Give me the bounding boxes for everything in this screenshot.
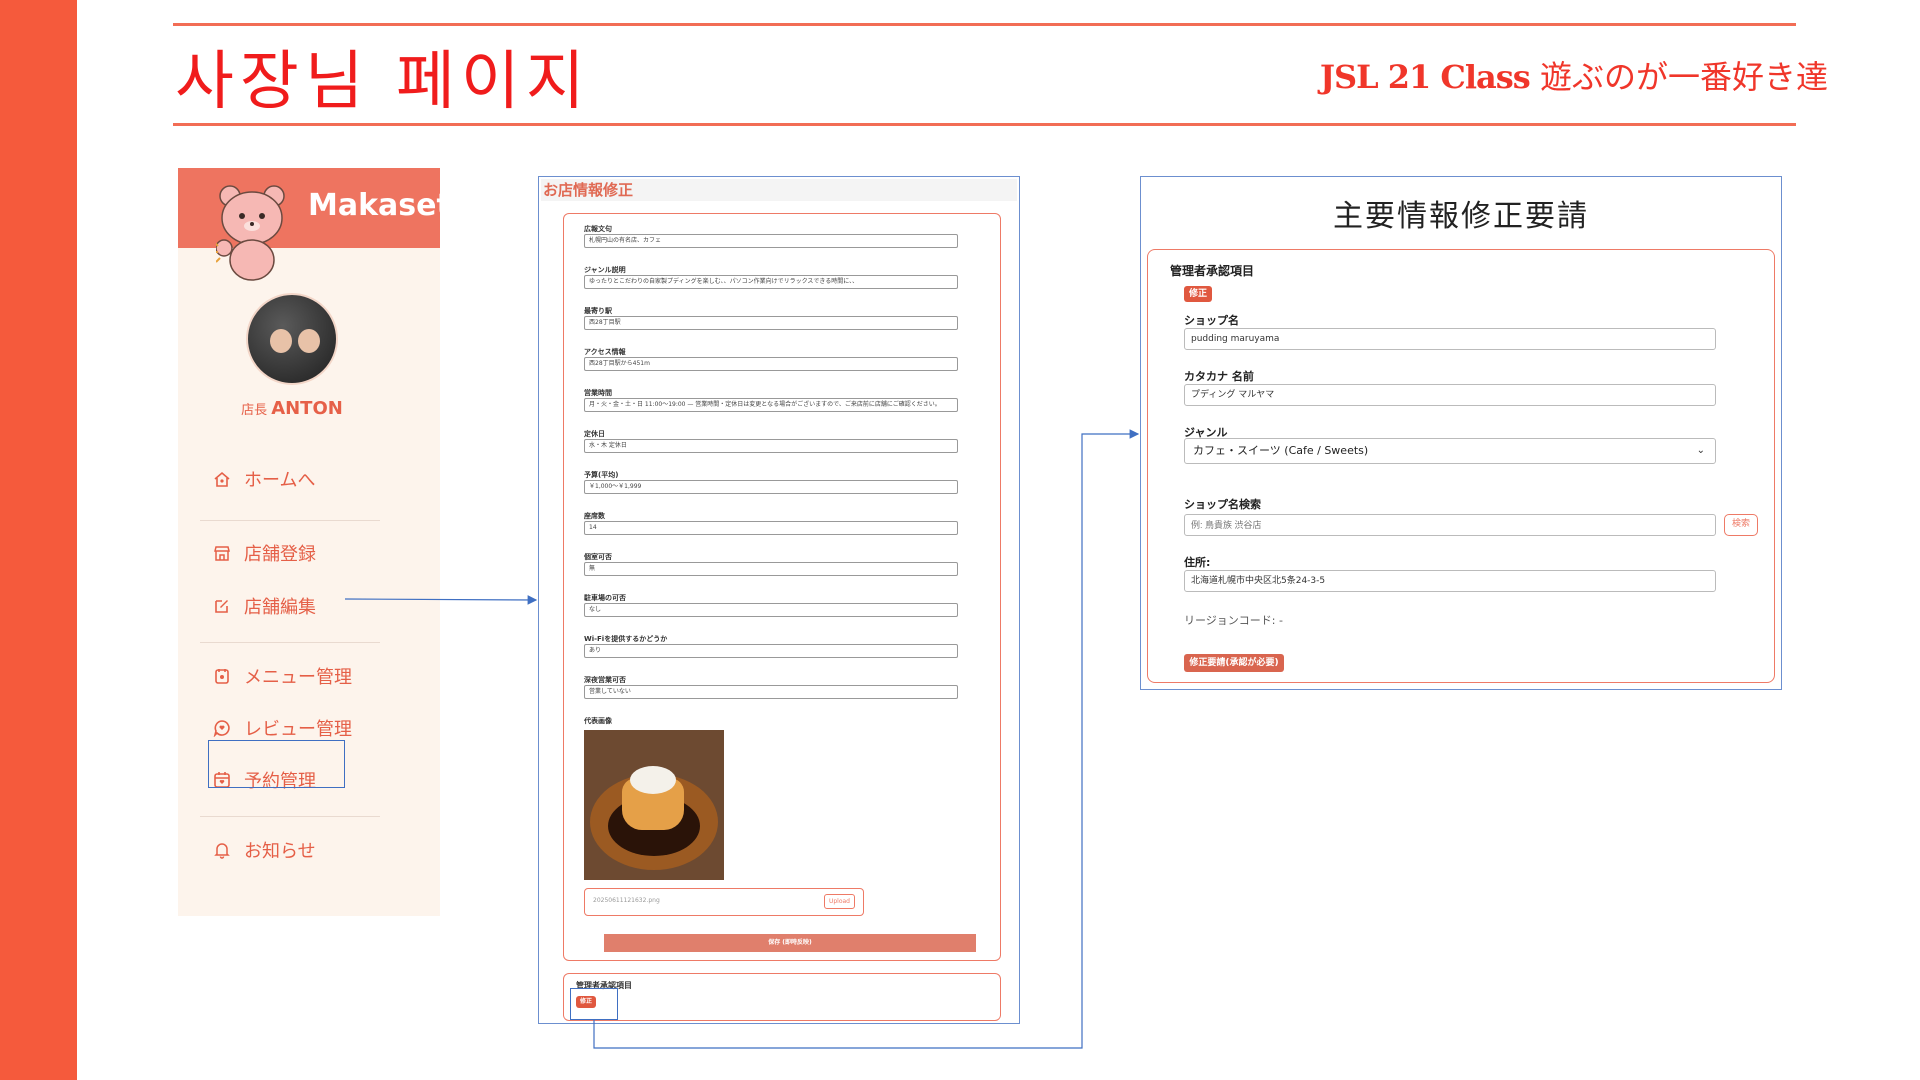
field-label: 座席数 [584,512,605,520]
file-name: 20250611121632.png [593,897,660,904]
access-info-input[interactable]: 西28丁目駅から451m [584,357,958,371]
nav-divider [200,816,380,817]
edit-icon [212,596,232,616]
chevron-down-icon: ⌄ [1696,445,1705,456]
slide-subtitle: JSL 21 Class 遊ぶのが一番好き達 [1320,52,1828,98]
owner-avatar [246,293,338,385]
parking-input[interactable]: なし [584,603,958,617]
sidebar-item-menu[interactable]: メニュー管理 [212,661,352,691]
bear-mascot-icon [216,185,285,281]
katakana-input[interactable]: プディング マルヤマ [1184,384,1716,406]
info-change-request-panel: 主要情報修正要請 管理者承認項目 修正 ショップ名 pudding maruya… [1140,176,1782,690]
review-icon [212,718,232,738]
store-edit-callout [208,740,345,788]
class-name: JSL 21 Class [1319,58,1531,96]
late-night-input[interactable]: 営業していない [584,685,958,699]
wifi-input[interactable]: あり [584,644,958,658]
admin-section-label: 管理者承認項目 [1170,264,1255,278]
admin-edit-callout [570,988,618,1020]
owner-role: 店長 [241,403,268,418]
bottom-rule [173,123,1796,126]
nav-divider [200,520,380,521]
bell-icon [212,840,232,860]
private-room-input[interactable]: 無 [584,562,958,576]
genre-description-input[interactable]: ゆったりとこだわりの自家製プディングを楽しむ、、パソコン作業向けでリラックスでき… [584,275,958,289]
shop-search-input[interactable] [1184,514,1716,536]
form-title: お店情報修正 [541,179,1017,201]
request-panel-title: 主要情報修正要請 [1333,199,1589,234]
field-label: 広報文句 [584,225,612,233]
field-label: 定休日 [584,430,605,438]
save-button[interactable]: 保存 (即時反映) [604,934,976,952]
region-code: リージョンコード: - [1184,614,1283,627]
left-accent-bar [0,0,77,1080]
team-name: 遊ぶのが一番好き達 [1529,58,1828,96]
sidebar-item-label: お知らせ [244,841,316,862]
shop-name-label: ショップ名 [1184,314,1239,327]
business-hours-input[interactable]: 月・火・金・土・日 11:00～19:00 — 営業時間・定休日は変更となる場合… [584,398,958,412]
closed-days-input[interactable]: 水・木 定休日 [584,439,958,453]
upload-button[interactable]: Upload [823,894,855,909]
store-photo [584,730,724,880]
slide-title: 사장님 페이지 [175,45,591,119]
field-label: 予算(平均) [584,471,619,479]
admin-approval-card: 管理者承認項目 修正 [563,973,1001,1021]
field-label: 営業時間 [584,389,612,397]
submit-request-button[interactable]: 修正要請(承認が必要) [1184,654,1284,672]
sidebar-item-label: メニュー管理 [244,667,352,688]
sidebar-item-label: レビュー管理 [244,719,352,740]
owner-name: 店長 ANTON [178,398,406,419]
budget-input[interactable]: ￥1,000～￥1,999 [584,480,958,494]
slide: 사장님 페이지 JSL 21 Class 遊ぶのが一番好き達 Makaset 店… [0,0,1920,1080]
sidebar-item-notice[interactable]: お知らせ [212,835,316,865]
brand-name: Makaset [308,188,451,223]
katakana-label: カタカナ 名前 [1184,370,1254,383]
menu-icon [212,666,232,686]
nearest-station-input[interactable]: 西28丁目駅 [584,316,958,330]
search-button[interactable]: 検索 [1724,514,1758,536]
sidebar-item-store-edit[interactable]: 店舗編集 [212,591,316,621]
field-label: 駐車場の可否 [584,594,626,602]
address-input[interactable]: 北海道札幌市中央区北5条24-3-5 [1184,570,1716,592]
field-label: アクセス情報 [584,348,626,356]
seats-input[interactable]: 14 [584,521,958,535]
top-rule [173,23,1796,26]
address-label: 住所: [1184,556,1211,569]
field-label: Wi-Fiを提供するかどうか [584,635,668,643]
sidebar-item-review[interactable]: レビュー管理 [212,713,352,743]
field-label: ジャンル説明 [584,266,626,274]
field-label: 個室可否 [584,553,612,561]
home-icon [212,469,232,489]
nav-divider [200,642,380,643]
genre-selected-value: カフェ・スイーツ (Cafe / Sweets) [1193,444,1369,457]
store-info-card: 広報文句 札幌円山の有名店、カフェ ジャンル説明 ゆったりとこだわりの自家製プデ… [563,213,1001,961]
store-icon [212,543,232,563]
photo-label: 代表画像 [584,717,612,725]
field-label: 最寄り駅 [584,307,612,315]
file-upload-field[interactable]: 20250611121632.png Upload [584,888,864,916]
sidebar-item-label: ホームへ [244,470,316,491]
sidebar-item-home[interactable]: ホームへ [212,464,315,494]
sidebar-item-store-register[interactable]: 店舗登録 [212,538,316,568]
shop-name-input[interactable]: pudding maruyama [1184,328,1716,350]
store-edit-form-screenshot: お店情報修正 広報文句 札幌円山の有名店、カフェ ジャンル説明 ゆったりとこだわ… [538,176,1020,1024]
genre-select[interactable]: カフェ・スイーツ (Cafe / Sweets) ⌄ [1184,438,1716,464]
field-label: 深夜営業可否 [584,676,626,684]
sidebar-item-label: 店舗編集 [244,597,316,618]
owner-sidebar: Makaset 店長 ANTON ホームへ 店舗登録 店舗編集 メニュー管理 レビ… [178,168,451,916]
promo-input[interactable]: 札幌円山の有名店、カフェ [584,234,958,248]
owner-name-text: ANTON [271,398,343,419]
edit-button[interactable]: 修正 [1184,286,1212,302]
shop-search-label: ショップ名検索 [1184,498,1261,511]
request-card: 管理者承認項目 修正 ショップ名 pudding maruyama カタカナ 名… [1147,249,1775,683]
sidebar-item-label: 店舗登録 [244,544,316,565]
